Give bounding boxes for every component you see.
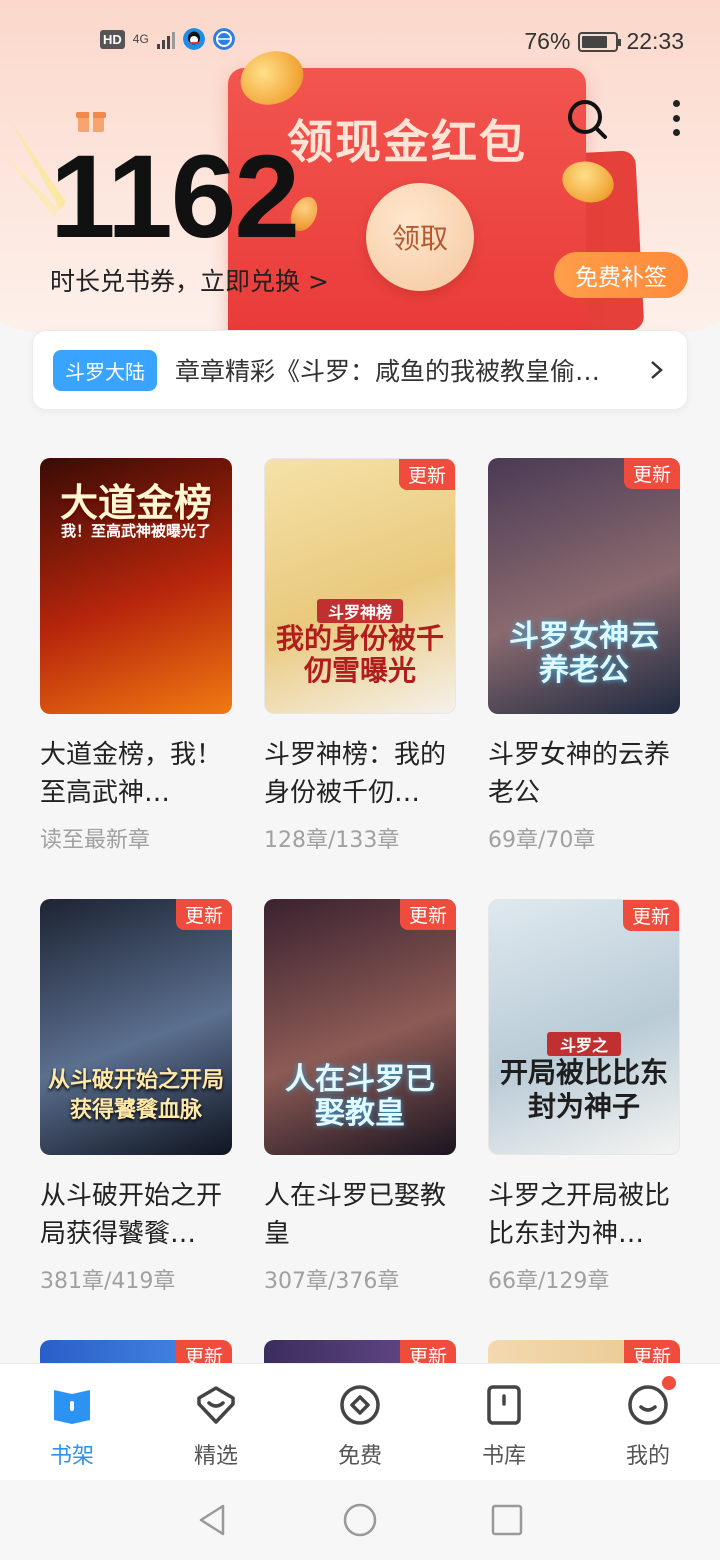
cover-title: 我的身份被千仞雪曝光 (275, 622, 444, 687)
nav-label: 书库 (481, 1444, 526, 1469)
more-options-icon[interactable] (664, 96, 688, 140)
nav-label: 免费 (337, 1444, 382, 1469)
book-cover[interactable]: 斗罗神榜 我的身份被千仞雪曝光 更新 (264, 458, 456, 714)
update-badge: 更新 (175, 899, 232, 930)
notice-bar[interactable]: 斗罗大陆 章章精彩《斗罗：咸鱼的我被教皇偷… (32, 330, 688, 410)
book-progress: 307章/376章 (264, 1269, 400, 1294)
gift-icon[interactable] (76, 108, 106, 132)
book-card[interactable]: 斗罗之 开局被比比东封为神子 更新 斗罗之开局被比比东封为神… 66章/129章 (488, 899, 680, 1295)
clock: 22:33 (626, 28, 684, 54)
book-title: 大道金榜，我！至高武神… (40, 740, 223, 808)
nav-label: 书架 (49, 1444, 94, 1469)
nav-label: 精选 (193, 1444, 238, 1469)
book-progress: 读至最新章 (40, 828, 151, 853)
book-progress: 69章/70章 (488, 828, 596, 853)
browser-app-icon (212, 28, 235, 50)
battery-icon (578, 31, 622, 52)
book-cover[interactable]: 人在斗罗已娶教皇 更新 (264, 899, 456, 1155)
cover-title: 大道金榜 (59, 480, 212, 525)
update-badge: 更新 (399, 1340, 456, 1364)
nav-tab-library[interactable]: 书库 (432, 1364, 576, 1480)
system-navigation-bar (0, 1480, 720, 1560)
book-card[interactable]: 更新 (40, 1340, 232, 1364)
book-card[interactable]: 斗罗神榜 我的身份被千仞雪曝光 更新 斗罗神榜：我的身份被千仞… 128章/13… (264, 458, 456, 854)
nav-tab-featured[interactable]: 精选 (144, 1364, 288, 1480)
free-icon (340, 1385, 380, 1425)
book-title: 斗罗之开局被比比东封为神… (488, 1181, 671, 1249)
featured-icon (197, 1386, 235, 1424)
cover-subtitle: 斗罗神榜 (317, 599, 403, 623)
nav-tab-free[interactable]: 免费 (288, 1364, 432, 1480)
book-cover[interactable]: 更新 (264, 1340, 456, 1364)
book-card[interactable]: 斗罗女神云养老公 更新 斗罗女神的云养老公 69章/70章 (488, 458, 680, 854)
update-badge: 更新 (623, 1340, 680, 1364)
notice-text: 章章精彩《斗罗：咸鱼的我被教皇偷… (175, 357, 601, 386)
network-type: 4G (132, 32, 149, 46)
cover-subtitle: 斗罗之 (547, 1032, 621, 1056)
exchange-link[interactable]: 时长兑书券，立即兑换 > (50, 262, 329, 298)
book-cover[interactable]: 更新 (40, 1340, 232, 1364)
profile-icon (628, 1385, 668, 1425)
recents-icon[interactable] (489, 1502, 525, 1538)
cover-title: 斗罗女神云养老公 (509, 619, 659, 688)
book-card[interactable]: 更新 (488, 1340, 680, 1364)
book-title: 从斗破开始之开局获得饕餮… (40, 1181, 223, 1249)
book-title: 斗罗神榜：我的身份被千仞… (264, 740, 447, 808)
hd-indicator: HD (100, 29, 125, 49)
cover-title: 开局被比比东封为神子 (499, 1056, 668, 1123)
book-card[interactable]: 大道金榜 我！至高武神被曝光了 大道金榜，我！至高武神… 读至最新章 (40, 458, 232, 854)
status-bar: HD 4G 76% 22:33 (0, 0, 720, 80)
cover-subtitle: 我！至高武神被曝光了 (60, 522, 211, 540)
update-badge: 更新 (623, 458, 680, 489)
claim-button[interactable]: 领取 (366, 183, 474, 291)
qq-app-icon (182, 28, 205, 50)
book-title: 斗罗女神的云养老公 (488, 740, 671, 808)
book-card[interactable]: 从斗破开始之开局获得饕餮血脉 更新 从斗破开始之开局获得饕餮… 381章/419… (40, 899, 232, 1295)
book-progress: 381章/419章 (40, 1269, 176, 1294)
home-icon[interactable] (342, 1502, 378, 1538)
book-progress: 128章/133章 (264, 828, 400, 853)
book-card[interactable]: 人在斗罗已娶教皇 更新 人在斗罗已娶教皇 307章/376章 (264, 899, 456, 1295)
update-badge: 更新 (399, 899, 456, 930)
update-badge: 更新 (175, 1340, 232, 1364)
book-cover[interactable]: 斗罗之 开局被比比东封为神子 更新 (488, 899, 680, 1155)
notification-dot (662, 1376, 676, 1390)
update-badge: 更新 (398, 459, 455, 490)
cover-title: 从斗破开始之开局获得饕餮血脉 (48, 1067, 225, 1123)
update-badge: 更新 (622, 900, 679, 931)
book-cover[interactable]: 从斗破开始之开局获得饕餮血脉 更新 (40, 899, 232, 1155)
book-card[interactable]: 更新 (264, 1340, 456, 1364)
book-cover[interactable]: 斗罗女神云养老公 更新 (488, 458, 680, 714)
search-icon[interactable] (566, 98, 608, 140)
book-title: 人在斗罗已娶教皇 (264, 1181, 447, 1249)
notice-tag: 斗罗大陆 (53, 349, 157, 391)
nav-tab-profile[interactable]: 我的 (576, 1364, 720, 1480)
battery-percentage: 76% (524, 28, 571, 54)
coupon-count: 1162 (50, 131, 300, 263)
signal-icon (156, 29, 175, 49)
back-icon[interactable] (195, 1502, 231, 1538)
book-progress: 66章/129章 (488, 1269, 610, 1294)
nav-tab-bookshelf[interactable]: 书架 (0, 1364, 144, 1480)
bookshelf-icon (54, 1390, 90, 1424)
nav-label: 我的 (625, 1444, 670, 1469)
bottom-navigation: 书架 精选 免费 书库 我的 (0, 1363, 720, 1480)
free-sign-in-button[interactable]: 免费补签 (554, 252, 688, 298)
cover-title: 人在斗罗已娶教皇 (285, 1062, 435, 1131)
book-cover[interactable]: 更新 (488, 1340, 680, 1364)
book-cover[interactable]: 大道金榜 我！至高武神被曝光了 (40, 458, 232, 714)
chevron-right-icon (651, 361, 663, 379)
library-icon (487, 1385, 521, 1425)
